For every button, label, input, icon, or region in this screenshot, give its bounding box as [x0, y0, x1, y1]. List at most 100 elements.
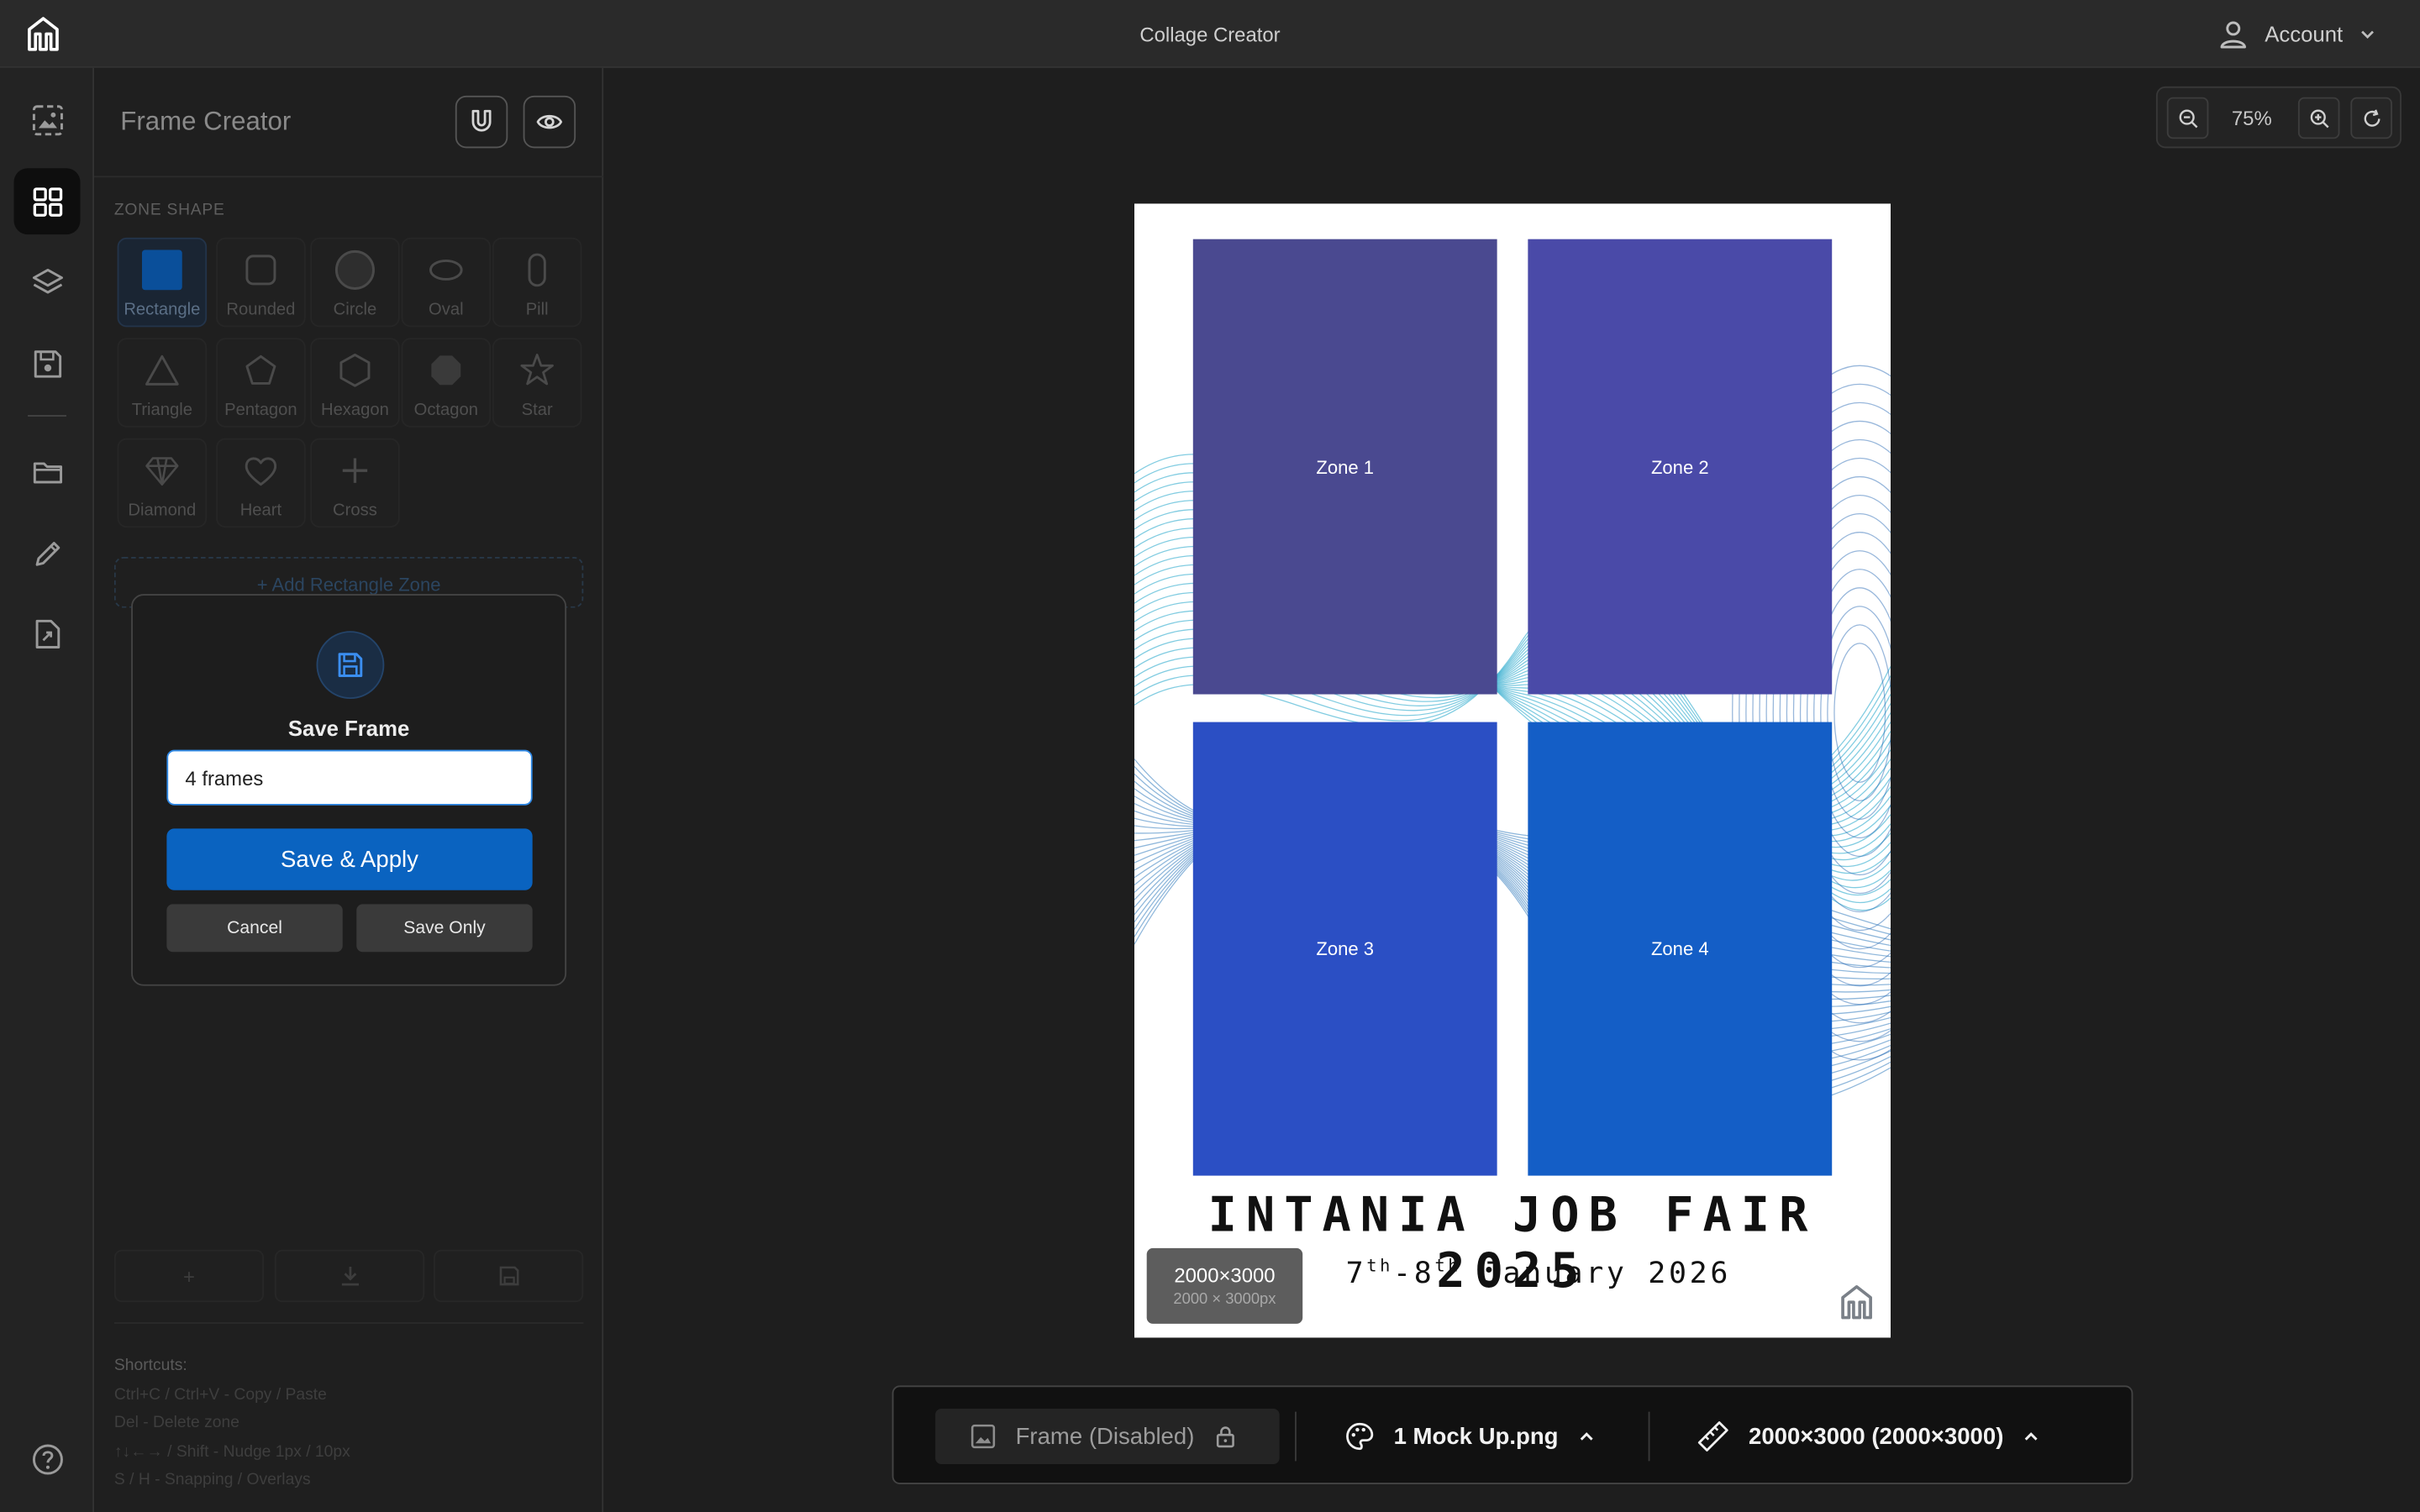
layers-icon[interactable]	[14, 249, 81, 315]
footer-divider	[113, 1322, 584, 1324]
edit-icon[interactable]	[14, 520, 81, 586]
save-frame-button[interactable]	[434, 1249, 584, 1303]
zone-1[interactable]: Zone 1	[1192, 239, 1497, 695]
account-label: Account	[2265, 21, 2344, 47]
shape-pill[interactable]: Pill	[492, 237, 582, 328]
size-badge-secondary: 2000 × 3000px	[1173, 1291, 1276, 1309]
canvas-size-badge: 2000×3000 2000 × 3000px	[1146, 1247, 1303, 1324]
triangle-icon	[145, 354, 179, 386]
zone-label: Zone 3	[1316, 937, 1375, 960]
size-badge-primary: 2000×3000	[1174, 1263, 1276, 1287]
lock-icon	[1216, 1426, 1234, 1448]
shape-rectangle[interactable]: Rectangle	[117, 237, 208, 328]
shape-diamond[interactable]: Diamond	[117, 438, 208, 528]
circle-icon	[334, 249, 375, 290]
zone-label: Zone 2	[1650, 455, 1709, 478]
chevron-up-icon	[2024, 1432, 2038, 1441]
shortcut-line: S / H - Snapping / Overlays	[113, 1470, 311, 1489]
palette-icon	[1346, 1422, 1374, 1451]
canvas-size-selector[interactable]: 2000×3000 (2000×3000)	[1697, 1418, 2041, 1455]
save-frame-dialog: Save Frame Save & Apply Cancel Save Only	[131, 594, 567, 986]
heart-icon	[245, 457, 277, 486]
shape-octagon[interactable]: Octagon	[401, 338, 492, 428]
zone-3[interactable]: Zone 3	[1192, 722, 1497, 1176]
reset-icon	[2363, 108, 2380, 126]
zone-label: Zone 4	[1650, 937, 1709, 960]
oval-icon	[429, 259, 463, 281]
shortcut-line: Del - Delete zone	[113, 1413, 239, 1432]
frame-label: Frame (Disabled)	[1015, 1423, 1195, 1450]
poster-date: 7th-8th January 2026	[1345, 1256, 1732, 1291]
image-frame-icon[interactable]	[14, 87, 81, 153]
zoom-level: 75%	[2231, 106, 2272, 130]
shape-circle[interactable]: Circle	[310, 237, 400, 328]
user-icon	[2221, 21, 2247, 49]
export-file-icon[interactable]	[14, 600, 81, 666]
reset-zoom-button[interactable]	[2350, 97, 2392, 139]
grid-layout-icon[interactable]	[13, 168, 81, 235]
plus-icon: +	[183, 1264, 195, 1288]
add-frame-button[interactable]: +	[113, 1249, 265, 1303]
zone-shape-label: ZONE SHAPE	[113, 200, 225, 219]
shape-rounded[interactable]: Rounded	[216, 237, 306, 328]
mockup-label: 1 Mock Up.png	[1393, 1423, 1559, 1450]
shape-cross[interactable]: Cross	[310, 438, 400, 528]
hexagon-icon	[339, 353, 371, 387]
save-icon	[316, 631, 385, 700]
diamond-icon	[145, 457, 179, 486]
image-icon	[971, 1424, 996, 1449]
shortcut-line: ↑↓←→ / Shift - Nudge 1px / 10px	[113, 1441, 350, 1461]
panel-header: Frame Creator	[94, 68, 604, 178]
frame-toggle[interactable]: Frame (Disabled)	[935, 1408, 1280, 1465]
shape-hexagon[interactable]: Hexagon	[310, 338, 400, 428]
cancel-button[interactable]: Cancel	[166, 904, 343, 953]
download-icon	[340, 1266, 359, 1286]
frame-name-input[interactable]	[166, 749, 533, 806]
folder-icon[interactable]	[14, 438, 81, 505]
zoom-controls: 75%	[2155, 86, 2402, 149]
bottom-toolbar: Frame (Disabled) 1 Mock Up.png 2000×3000…	[892, 1385, 2133, 1484]
account-menu[interactable]: Account	[2218, 15, 2376, 52]
dialog-title: Save Frame	[287, 716, 410, 741]
mockup-selector[interactable]: 1 Mock Up.png	[1344, 1418, 1596, 1455]
save-icon[interactable]	[14, 330, 81, 396]
help-icon[interactable]	[14, 1425, 81, 1492]
panel-title: Frame Creator	[120, 106, 292, 136]
chevron-up-icon	[1580, 1432, 1593, 1441]
zone-label: Zone 1	[1316, 455, 1375, 478]
ruler-icon	[1697, 1421, 1728, 1452]
zone-2[interactable]: Zone 2	[1528, 239, 1833, 695]
star-icon	[520, 354, 554, 386]
app-title: Collage Creator	[1139, 23, 1281, 47]
rounded-square-icon	[245, 255, 276, 286]
rectangle-icon	[141, 249, 182, 291]
shortcuts-heading: Shortcuts:	[113, 1356, 187, 1375]
shape-pentagon[interactable]: Pentagon	[216, 338, 306, 428]
shape-heart[interactable]: Heart	[216, 438, 306, 528]
rail-divider	[28, 415, 66, 417]
shortcut-line: Ctrl+C / Ctrl+V - Copy / Paste	[113, 1384, 327, 1404]
magnet-icon	[471, 109, 492, 132]
collage-canvas[interactable]: Zone 1 Zone 2 Zone 3 Zone 4 INTANIA JOB …	[1134, 203, 1891, 1338]
zoom-in-button[interactable]	[2297, 97, 2340, 139]
top-bar: Collage Creator Account	[0, 0, 2420, 68]
shape-oval[interactable]: Oval	[401, 237, 492, 328]
zoom-out-icon	[2178, 108, 2197, 128]
zoom-out-button[interactable]	[2166, 97, 2209, 139]
save-and-apply-button[interactable]: Save & Apply	[166, 828, 533, 890]
pentagon-icon	[245, 354, 276, 385]
chevron-down-icon	[2361, 30, 2374, 39]
zoom-in-icon	[2309, 108, 2328, 128]
pill-icon	[528, 253, 546, 287]
toolbar-divider	[1648, 1411, 1650, 1462]
preview-toggle-button[interactable]	[523, 95, 576, 149]
poster-logo-icon	[1841, 1284, 1872, 1320]
cross-icon	[342, 458, 368, 483]
snap-magnet-button[interactable]	[455, 95, 508, 149]
eye-icon	[536, 114, 563, 129]
shape-triangle[interactable]: Triangle	[117, 338, 208, 428]
save-only-button[interactable]: Save Only	[356, 904, 533, 953]
download-button[interactable]	[274, 1249, 425, 1303]
shape-star[interactable]: Star	[492, 338, 582, 428]
zone-4[interactable]: Zone 4	[1528, 722, 1833, 1176]
